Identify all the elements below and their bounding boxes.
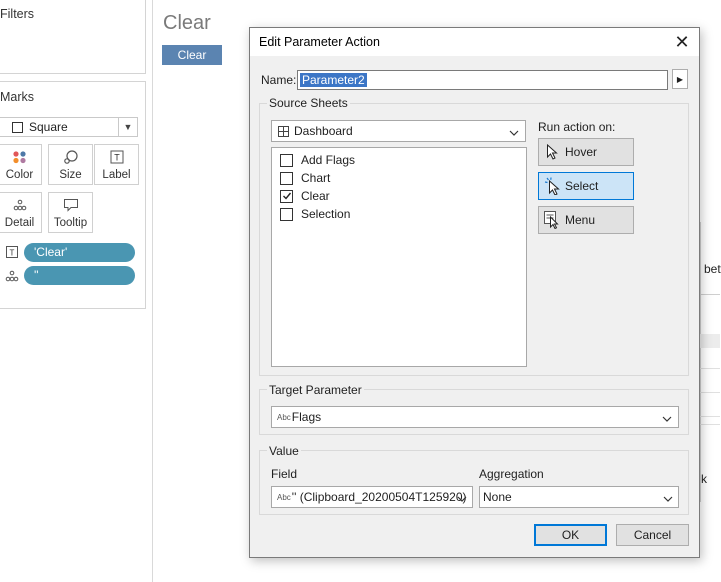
checkbox[interactable] bbox=[280, 171, 293, 185]
value-title: Value bbox=[267, 444, 301, 458]
detail-label: Detail bbox=[4, 217, 35, 229]
left-pane: Filters Marks Square ▼ Color Size T Labe… bbox=[0, 0, 152, 582]
detail-pill[interactable]: '' bbox=[24, 266, 135, 285]
chevron-down-icon: ▼ bbox=[118, 118, 137, 136]
svg-text:T: T bbox=[114, 153, 120, 163]
dialog-title: Edit Parameter Action bbox=[259, 35, 380, 49]
cancel-button[interactable]: Cancel bbox=[616, 524, 689, 546]
color-label: Color bbox=[5, 169, 34, 181]
menu-pointer-icon bbox=[539, 211, 565, 229]
sheet-item-chart[interactable]: Chart bbox=[280, 169, 330, 187]
text-label-icon: T bbox=[6, 246, 18, 261]
run-action-title: Run action on: bbox=[538, 120, 616, 134]
sheet-label: Add Flags bbox=[301, 153, 356, 167]
pane-divider bbox=[152, 0, 153, 582]
close-icon[interactable]: ✕ bbox=[670, 31, 694, 53]
target-parameter-dropdown[interactable]: Abc Flags bbox=[271, 406, 679, 428]
aggregation-dropdown[interactable]: None bbox=[479, 486, 679, 508]
string-type-icon: Abc bbox=[277, 492, 291, 502]
menu-label: Menu bbox=[565, 213, 596, 227]
name-input[interactable]: Parameter2 bbox=[297, 70, 668, 90]
divider bbox=[699, 392, 720, 393]
marks-title: Marks bbox=[0, 90, 35, 104]
dashboard-title: Clear bbox=[163, 12, 211, 34]
chevron-down-icon bbox=[457, 492, 467, 506]
checkbox-checked[interactable] bbox=[280, 189, 293, 203]
divider bbox=[699, 424, 720, 425]
dialog-titlebar[interactable]: Edit Parameter Action ✕ bbox=[250, 28, 699, 56]
color-button[interactable]: Color bbox=[0, 144, 42, 185]
name-input-value: Parameter2 bbox=[300, 73, 367, 87]
target-parameter-value: Flags bbox=[291, 410, 322, 424]
dashboard-dropdown[interactable]: Dashboard bbox=[271, 120, 526, 142]
click-pointer-icon bbox=[539, 177, 565, 195]
sheet-label: Clear bbox=[301, 189, 330, 203]
detail-dots-icon bbox=[13, 196, 27, 214]
size-label: Size bbox=[59, 169, 82, 181]
text-label-icon: T bbox=[110, 148, 124, 166]
dashboard-clear-button[interactable]: Clear bbox=[162, 45, 222, 65]
background-row bbox=[699, 334, 720, 348]
field-value: '' (Clipboard_20200504T125920) bbox=[291, 490, 467, 504]
divider bbox=[699, 294, 720, 295]
hover-label: Hover bbox=[565, 145, 598, 159]
tooltip-button[interactable]: Tooltip bbox=[48, 192, 93, 233]
sheet-item-add-flags[interactable]: Add Flags bbox=[280, 151, 355, 169]
divider bbox=[699, 368, 720, 369]
label-label: Label bbox=[102, 169, 131, 181]
filters-card[interactable]: Filters bbox=[0, 0, 146, 74]
detail-button[interactable]: Detail bbox=[0, 192, 42, 233]
chevron-right-icon: ▶ bbox=[676, 74, 684, 84]
name-options-button[interactable]: ▶ bbox=[672, 69, 688, 89]
background-text: betv bbox=[704, 262, 721, 276]
pointer-icon bbox=[539, 144, 565, 160]
sheet-label: Chart bbox=[301, 171, 331, 185]
hover-button[interactable]: Hover bbox=[538, 138, 634, 166]
edit-parameter-action-dialog: Edit Parameter Action ✕ Name: Parameter2… bbox=[249, 27, 700, 558]
filters-title: Filters bbox=[0, 7, 35, 21]
color-dots-icon bbox=[12, 148, 28, 166]
menu-button[interactable]: Menu bbox=[538, 206, 634, 234]
square-icon bbox=[12, 121, 23, 133]
dashboard-icon bbox=[278, 125, 289, 137]
label-button[interactable]: T Label bbox=[94, 144, 139, 185]
mark-type-value: Square bbox=[29, 120, 68, 134]
select-label: Select bbox=[565, 179, 599, 193]
label-pill[interactable]: 'Clear' bbox=[24, 243, 135, 262]
target-parameter-title: Target Parameter bbox=[267, 383, 364, 397]
tooltip-label: Tooltip bbox=[53, 217, 88, 229]
size-icon bbox=[63, 148, 79, 166]
chevron-down-icon bbox=[509, 126, 519, 140]
checkmark-icon bbox=[282, 192, 291, 200]
ok-button[interactable]: OK bbox=[534, 524, 607, 546]
aggregation-label: Aggregation bbox=[479, 467, 544, 481]
field-dropdown[interactable]: Abc '' (Clipboard_20200504T125920) bbox=[271, 486, 473, 508]
source-sheets-list[interactable]: Add Flags Chart Clear Selection bbox=[271, 147, 527, 367]
sheet-label: Selection bbox=[301, 207, 351, 221]
checkbox[interactable] bbox=[280, 207, 293, 221]
background-window: betv k bbox=[699, 222, 721, 502]
source-sheets-title: Source Sheets bbox=[267, 96, 350, 110]
chevron-down-icon bbox=[663, 492, 673, 506]
sheet-item-selection[interactable]: Selection bbox=[280, 205, 350, 223]
select-button[interactable]: Select bbox=[538, 172, 634, 200]
mark-type-dropdown[interactable]: Square ▼ bbox=[0, 117, 138, 137]
size-button[interactable]: Size bbox=[48, 144, 93, 185]
divider bbox=[699, 416, 720, 417]
aggregation-value: None bbox=[483, 490, 512, 504]
chevron-down-icon bbox=[662, 412, 672, 426]
name-label: Name: bbox=[261, 73, 297, 87]
string-type-icon: Abc bbox=[277, 412, 291, 422]
svg-text:T: T bbox=[10, 249, 15, 258]
tooltip-icon bbox=[63, 196, 79, 214]
dashboard-dropdown-value: Dashboard bbox=[294, 124, 353, 138]
checkbox[interactable] bbox=[280, 153, 293, 167]
sheet-item-clear[interactable]: Clear bbox=[280, 187, 330, 205]
detail-dots-icon bbox=[5, 270, 19, 285]
field-label: Field bbox=[271, 467, 298, 481]
background-text: k bbox=[701, 472, 707, 486]
